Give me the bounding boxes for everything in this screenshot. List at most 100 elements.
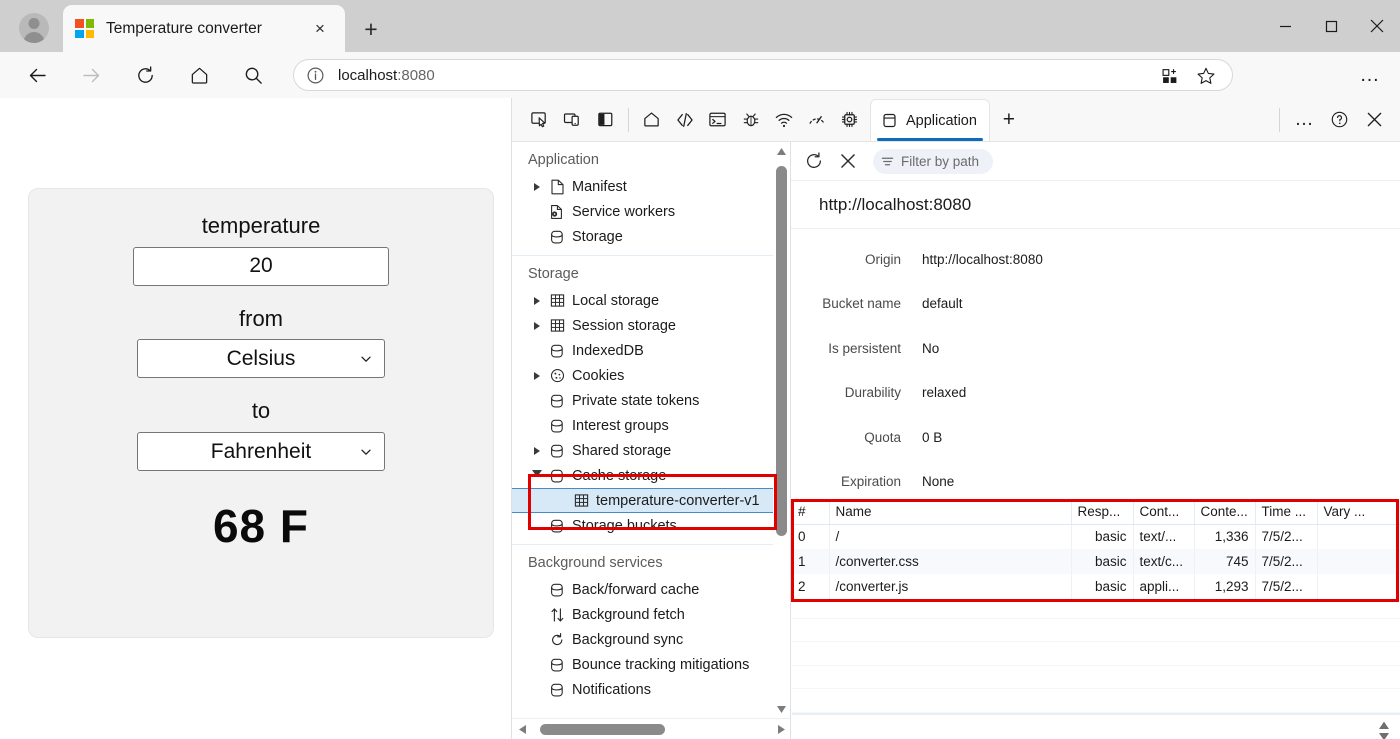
column-header[interactable]: Conte... (1194, 499, 1255, 524)
scrollbar-thumb[interactable] (776, 166, 787, 536)
filter-icon (881, 155, 894, 168)
table-row[interactable]: 0/basictext/...1,3367/5/2... (792, 524, 1400, 549)
table-grid-icon (570, 492, 592, 510)
forward-arrow-icon[interactable] (72, 56, 110, 94)
scrollbar-thumb[interactable] (540, 724, 665, 735)
device-toolbar-icon[interactable] (556, 103, 589, 136)
elements-icon[interactable] (668, 103, 701, 136)
add-panel-button[interactable]: + (994, 105, 1024, 135)
sidebar-item-cookies[interactable]: Cookies (512, 363, 774, 388)
chevron-down-icon (360, 353, 372, 365)
detail-key: Is persistent (791, 341, 901, 356)
scroll-right-arrow-icon[interactable] (771, 719, 791, 739)
column-header[interactable]: Name (829, 499, 1071, 524)
database-icon (546, 656, 568, 674)
from-label: from (29, 304, 493, 334)
chevron-right-icon[interactable] (528, 178, 546, 196)
column-header[interactable]: Resp... (1071, 499, 1133, 524)
sidebar-item-label: Shared storage (572, 443, 671, 459)
sidebar-item-label: Cache storage (572, 468, 666, 484)
scroll-down-arrow-icon[interactable] (773, 700, 789, 718)
sidebar-item-storage-buckets[interactable]: Storage buckets (512, 513, 774, 538)
from-unit-select[interactable]: Celsius (137, 339, 385, 378)
resize-spinner-handle[interactable] (1377, 718, 1391, 739)
chevron-right-icon[interactable] (528, 442, 546, 460)
to-unit-select[interactable]: Fahrenheit (137, 432, 385, 471)
cell-content-type: text/c... (1133, 549, 1194, 574)
sources-debug-icon[interactable] (734, 103, 767, 136)
filter-by-path-input[interactable]: Filter by path (873, 149, 993, 174)
sidebar-item-private-state-tokens[interactable]: Private state tokens (512, 388, 774, 413)
cell-name: /converter.css (829, 549, 1071, 574)
star-icon[interactable] (1188, 61, 1224, 91)
search-icon[interactable] (234, 56, 272, 94)
inspect-element-icon[interactable] (523, 103, 556, 136)
refresh-icon[interactable] (126, 56, 164, 94)
back-arrow-icon[interactable] (18, 56, 56, 94)
sidebar-item-temperature-converter-v1[interactable]: temperature-converter-v1 (512, 488, 774, 513)
table-row[interactable]: 1/converter.cssbasictext/c...7457/5/2... (792, 549, 1400, 574)
welcome-home-icon[interactable] (635, 103, 668, 136)
chevron-right-icon[interactable] (528, 367, 546, 385)
question-circle-icon[interactable] (1323, 103, 1356, 136)
sidebar-vertical-scrollbar[interactable] (773, 142, 789, 718)
home-icon[interactable] (180, 56, 218, 94)
more-tools-icon[interactable]: … (1288, 103, 1321, 136)
column-header[interactable]: # (792, 499, 829, 524)
temperature-input[interactable] (133, 247, 389, 286)
network-icon[interactable] (767, 103, 800, 136)
maximize-icon[interactable] (1308, 0, 1354, 52)
temperature-converter-card: temperature from Celsius to Fahrenheit 6… (28, 188, 494, 638)
cache-entries-table[interactable]: #NameResp...Cont...Conte...Time ...Vary … (792, 499, 1400, 595)
sidebar-item-background-sync[interactable]: Background sync (512, 627, 774, 652)
database-icon (546, 467, 568, 485)
scroll-left-arrow-icon[interactable] (512, 719, 532, 739)
sidebar-item-manifest[interactable]: Manifest (512, 174, 774, 199)
sidebar-item-background-fetch[interactable]: Background fetch (512, 602, 774, 627)
sidebar-item-session-storage[interactable]: Session storage (512, 313, 774, 338)
performance-icon[interactable] (800, 103, 833, 136)
database-icon (546, 342, 568, 360)
table-empty-area (792, 595, 1400, 713)
close-icon[interactable]: × (307, 16, 333, 42)
browser-more-button[interactable]: … (1352, 60, 1388, 90)
column-header[interactable]: Vary ... (1317, 499, 1400, 524)
temperature-label: temperature (29, 211, 493, 241)
scrollbar-track[interactable] (532, 719, 771, 739)
sidebar-item-bounce-tracking-mitigations[interactable]: Bounce tracking mitigations (512, 652, 774, 677)
collections-icon[interactable] (1152, 61, 1188, 91)
sidebar-tree[interactable]: ApplicationManifestService workersStorag… (512, 142, 774, 718)
clear-close-icon[interactable] (833, 146, 863, 176)
sidebar-item-storage[interactable]: Storage (512, 224, 774, 249)
profile-button[interactable] (8, 4, 60, 52)
sidebar-item-cache-storage[interactable]: Cache storage (512, 463, 774, 488)
column-header[interactable]: Time ... (1255, 499, 1317, 524)
close-icon[interactable] (1354, 0, 1400, 52)
tab-application[interactable]: Application (870, 99, 990, 141)
chevron-right-icon[interactable] (528, 292, 546, 310)
sidebar-item-label: Storage (572, 229, 623, 245)
sidebar-item-back-forward-cache[interactable]: Back/forward cache (512, 577, 774, 602)
info-circle-icon[interactable] (304, 64, 326, 86)
close-icon[interactable] (1358, 103, 1391, 136)
sidebar-item-shared-storage[interactable]: Shared storage (512, 438, 774, 463)
console-icon[interactable] (701, 103, 734, 136)
sidebar-item-local-storage[interactable]: Local storage (512, 288, 774, 313)
new-tab-button[interactable]: + (355, 13, 387, 45)
chevron-down-icon[interactable] (528, 467, 546, 485)
sidebar-item-notifications[interactable]: Notifications (512, 677, 774, 702)
scroll-up-arrow-icon[interactable] (773, 142, 789, 160)
memory-chip-icon[interactable] (833, 103, 866, 136)
address-bar[interactable]: localhost:8080 (293, 59, 1233, 91)
dock-side-icon[interactable] (589, 103, 622, 136)
sidebar-item-interest-groups[interactable]: Interest groups (512, 413, 774, 438)
refresh-icon[interactable] (799, 146, 829, 176)
sidebar-item-indexeddb[interactable]: IndexedDB (512, 338, 774, 363)
column-header[interactable]: Cont... (1133, 499, 1194, 524)
sidebar-item-service-workers[interactable]: Service workers (512, 199, 774, 224)
cell-time-cached: 7/5/2... (1255, 524, 1317, 549)
chevron-right-icon[interactable] (528, 317, 546, 335)
minimize-icon[interactable] (1262, 0, 1308, 52)
sidebar-horizontal-scrollbar[interactable] (512, 718, 791, 739)
browser-tab[interactable]: Temperature converter × (63, 5, 345, 52)
